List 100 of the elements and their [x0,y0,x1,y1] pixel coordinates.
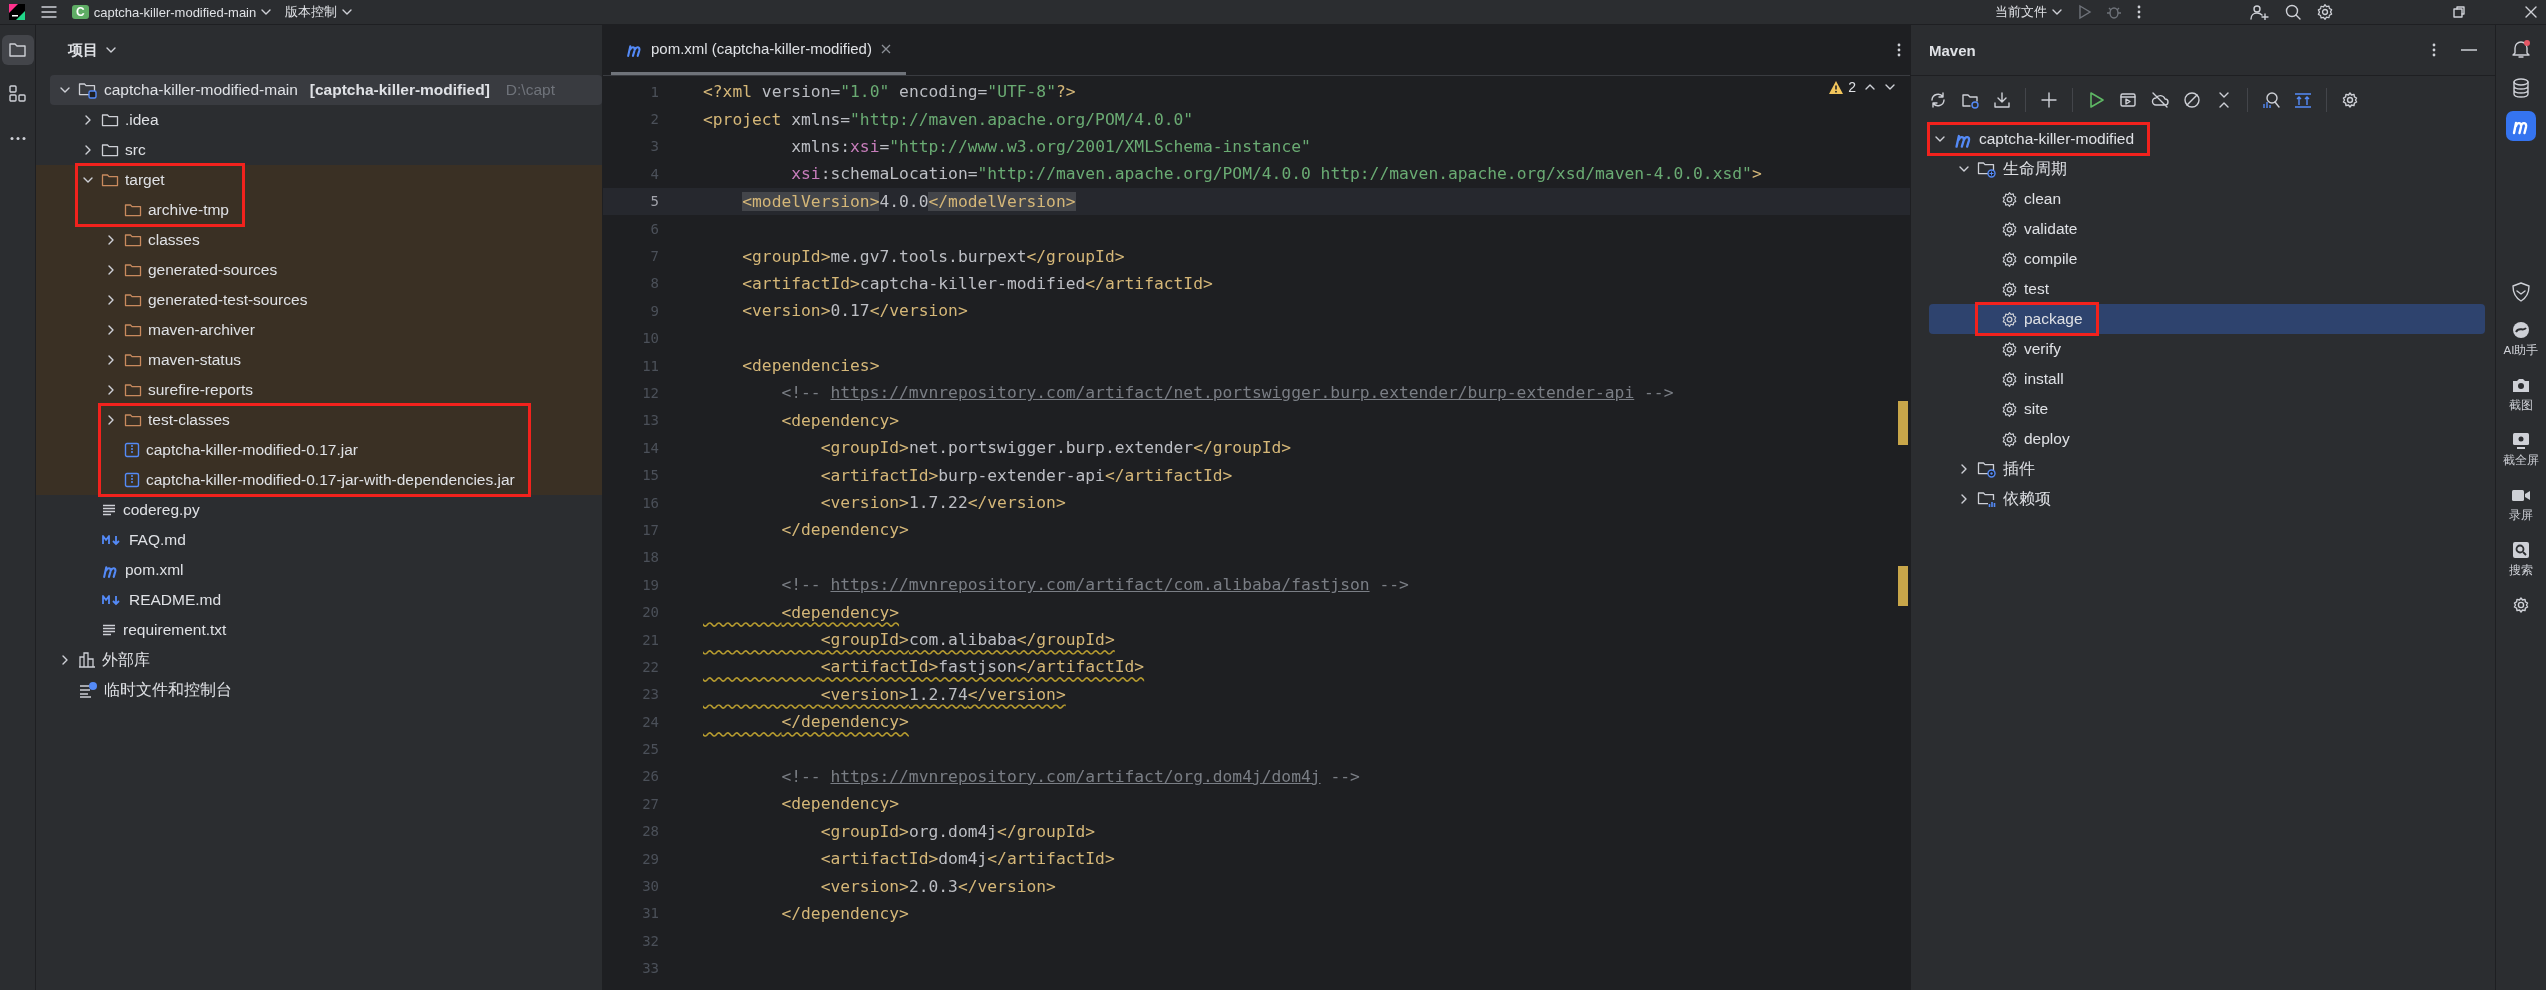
tree-item[interactable]: captcha-killer-modified-0.17.jar [36,435,602,465]
folder-name: target [125,171,165,189]
panel-title: Maven [1929,41,1977,59]
tree-node-label: 依赖项 [2003,488,2051,509]
tree-item[interactable]: classes [36,225,602,255]
more-icon[interactable] [2431,42,2437,58]
reload-icon[interactable] [1929,91,1947,109]
code-link[interactable]: https://mvnrepository.com/artifact/net.portswigger.burp.extender/burp-extender-api [830,383,1635,403]
tree-item[interactable]: codereg.py [36,495,602,525]
tool-window-button[interactable]: 截全屏 [2499,425,2543,472]
more-icon[interactable] [1896,42,1902,58]
tree-item[interactable]: src [36,135,602,165]
tool-window-button[interactable]: 搜索 [2505,535,2537,582]
tree-item[interactable]: .idea [36,105,602,135]
tree-item[interactable]: 外部库 [36,645,602,675]
folder-icon [101,112,119,128]
close-icon[interactable] [879,42,892,55]
goal-name: clean [2024,190,2062,208]
settings-icon[interactable] [2341,91,2359,109]
code-line: <version>2.0.3</version> [819,876,1056,896]
vcs-menu[interactable]: 版本控制 [285,3,353,21]
lifecycle-goal[interactable]: site [1911,394,2495,424]
tree-node-label: 生命周期 [2003,158,2067,179]
run-configuration-icon[interactable] [2119,91,2137,109]
tree-item[interactable]: test-classes [36,405,602,435]
search-icon[interactable] [2284,3,2302,21]
editor-tab[interactable]: pom.xml (captcha-killer-modified) [611,25,906,75]
tree-item[interactable]: maven-archiver [36,315,602,345]
tree-item[interactable]: generated-test-sources [36,285,602,315]
tool-window-button[interactable] [2506,111,2536,141]
dropdown-caret-icon [261,8,272,16]
lifecycle-goal[interactable]: clean [1911,184,2495,214]
run-icon[interactable] [2087,91,2105,109]
code-line: <dependency> [780,602,900,622]
tree-item[interactable]: README.md [36,585,602,615]
folder-icon [124,322,142,338]
folder-name: generated-sources [148,261,278,279]
folder-name: classes [148,231,200,249]
tree-item[interactable]: maven-status [36,345,602,375]
close-icon[interactable] [2524,5,2538,19]
add-icon[interactable] [2040,91,2058,109]
tree-item[interactable]: 插件 [1911,454,2495,484]
tree-item[interactable]: target [36,165,602,195]
code-link[interactable]: https://mvnrepository.com/artifact/com.alibaba/fastjson [830,575,1370,595]
lifecycle-goal[interactable]: deploy [1911,424,2495,454]
show-dependencies-icon[interactable] [2294,91,2312,109]
tree-item[interactable]: 依赖项 [1911,484,2495,514]
tree-item[interactable]: captcha-killer-modified [1911,124,2495,154]
lifecycle-goal[interactable]: package [1929,304,2485,334]
lifecycle-goal[interactable]: compile [1911,244,2495,274]
module-folder-icon [78,81,98,99]
tool-label: AI助手 [2503,343,2539,358]
lifecycle-goal[interactable]: install [1911,364,2495,394]
code-line: <groupId>org.dom4j</groupId> [819,821,1096,841]
lifecycle-goal[interactable]: test [1911,274,2495,304]
gear-icon [2001,220,2018,238]
analyze-icon[interactable] [2262,91,2280,109]
archive-icon [124,472,140,488]
tree-item[interactable]: captcha-killer-modified-0.17-jar-with-dependencies.jar [36,465,602,495]
lifecycle-goal[interactable]: verify [1911,334,2495,364]
dropdown-caret-icon [342,8,353,16]
warning-count[interactable]: 2 [1828,79,1856,95]
run-config-selector[interactable]: 当前文件 [1995,3,2062,21]
lifecycle-goal[interactable]: validate [1911,214,2495,244]
tree-item[interactable]: 临时文件和控制台 [36,675,602,705]
goal-name: test [2024,280,2049,298]
code-link[interactable]: https://mvnrepository.com/artifact/org.dom4j/dom4j [830,766,1321,786]
folder-reload-icon[interactable] [1961,91,1979,109]
archive-icon [124,442,140,458]
folder-icon [124,352,142,368]
tool-window-button[interactable]: 截图 [2505,370,2537,417]
code-line: </dependency> [780,903,909,923]
download-icon[interactable] [1993,91,2011,109]
tool-window-button[interactable] [1,35,34,65]
goal-name: package [2024,310,2083,328]
tree-item[interactable]: 生命周期 [1911,154,2495,184]
tool-window-button[interactable]: AI助手 [2499,315,2543,362]
skip-tests-icon[interactable] [2183,91,2201,109]
tree-item[interactable]: pom.xml [36,555,602,585]
run-icon[interactable] [2076,4,2092,20]
add-user-icon[interactable] [2250,4,2270,20]
tree-item[interactable]: captcha-killer-modified-main [captcha-killer-modified] D:\capt [50,75,602,105]
folder-name: surefire-reports [148,381,254,399]
tool-label: 截全屏 [2503,453,2539,468]
text-file-icon [101,502,117,518]
more-icon[interactable] [2136,4,2142,20]
debug-icon[interactable] [2106,4,2122,20]
tree-item[interactable]: surefire-reports [36,375,602,405]
code-line: <!-- https://mvnrepository.com/artifact/org.dom4j/dom4j --> [780,766,1360,786]
tree-item[interactable]: requirement.txt [36,615,602,645]
tool-window-button[interactable]: 录屏 [2505,480,2537,527]
minimize-icon[interactable] [2461,48,2477,52]
project-switcher[interactable]: C captcha-killer-modified-main [72,4,272,20]
restore-window-icon[interactable] [2452,5,2466,19]
offline-mode-icon[interactable] [2151,91,2169,109]
tree-item[interactable]: archive-tmp [36,195,602,225]
menu-icon[interactable] [40,4,58,20]
file-name: README.md [129,591,222,609]
tree-item[interactable]: generated-sources [36,255,602,285]
tree-item[interactable]: FAQ.md [36,525,602,555]
